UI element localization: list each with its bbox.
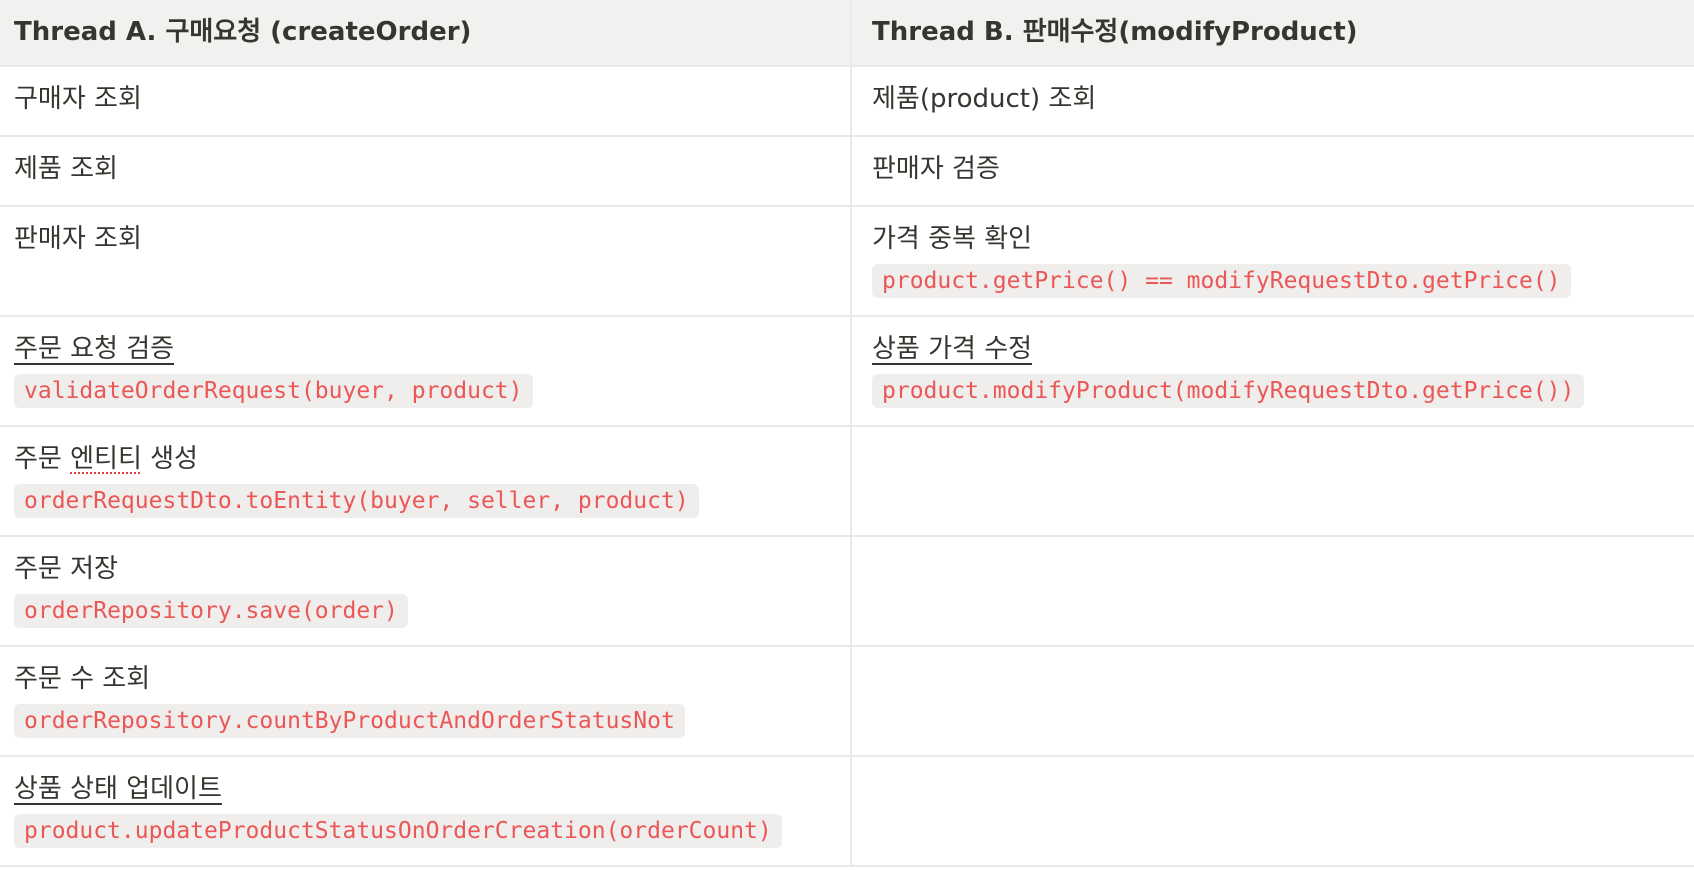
inline-code: orderRepository.countByProductAndOrderSt… — [14, 704, 685, 738]
table-row: 주문 요청 검증 validateOrderRequest(buyer, pro… — [0, 315, 1694, 427]
inline-code: product.modifyProduct(modifyRequestDto.g… — [872, 374, 1585, 408]
thread-a-cell[interactable]: 주문 요청 검증 validateOrderRequest(buyer, pro… — [0, 315, 852, 427]
step-title-suffix: 생성 — [141, 444, 198, 474]
thread-b-cell[interactable]: 가격 중복 확인 product.getPrice() == modifyReq… — [850, 205, 1694, 317]
step-title: 제품(product) 조회 — [872, 84, 1097, 114]
step-title: 주문 엔티티 생성 — [14, 441, 836, 477]
spellcheck-word: 엔티티 — [70, 444, 142, 474]
thread-a-cell[interactable]: 상품 상태 업데이트 product.updateProductStatusOn… — [0, 755, 852, 867]
table-row: 판매자 조회 가격 중복 확인 product.getPrice() == mo… — [0, 205, 1694, 317]
step-title: 주문 요청 검증 — [14, 334, 175, 364]
thread-b-cell[interactable]: 제품(product) 조회 — [850, 65, 1694, 137]
inline-code: orderRepository.save(order) — [14, 594, 408, 628]
thread-a-cell[interactable]: 판매자 조회 — [0, 205, 852, 317]
thread-b-empty-cell[interactable] — [850, 535, 1694, 647]
thread-comparison-table: Thread A. 구매요청 (createOrder) Thread B. 판… — [0, 0, 1694, 867]
table-row: 주문 엔티티 생성 orderRequestDto.toEntity(buyer… — [0, 425, 1694, 537]
thread-b-empty-cell[interactable] — [850, 645, 1694, 757]
inline-code: orderRequestDto.toEntity(buyer, seller, … — [14, 484, 699, 518]
thread-b-cell[interactable]: 상품 가격 수정 product.modifyProduct(modifyReq… — [850, 315, 1694, 427]
step-title: 구매자 조회 — [14, 84, 142, 114]
step-title: 가격 중복 확인 — [872, 224, 1033, 254]
table-row: 제품 조회 판매자 검증 — [0, 135, 1694, 207]
table-row: 구매자 조회 제품(product) 조회 — [0, 65, 1694, 137]
inline-code: product.updateProductStatusOnOrderCreati… — [14, 814, 782, 848]
thread-a-cell[interactable]: 제품 조회 — [0, 135, 852, 207]
inline-code: validateOrderRequest(buyer, product) — [14, 374, 533, 408]
thread-b-cell[interactable]: 판매자 검증 — [850, 135, 1694, 207]
thread-a-cell[interactable]: 주문 엔티티 생성 orderRequestDto.toEntity(buyer… — [0, 425, 852, 537]
step-title: 주문 수 조회 — [14, 664, 151, 694]
step-title: 상품 상태 업데이트 — [14, 774, 222, 804]
step-title: 주문 저장 — [14, 554, 118, 584]
step-title: 판매자 검증 — [872, 154, 1000, 184]
table-header-row: Thread A. 구매요청 (createOrder) Thread B. 판… — [0, 0, 1694, 67]
table-row: 주문 수 조회 orderRepository.countByProductAn… — [0, 645, 1694, 757]
step-title-prefix: 주문 — [14, 444, 71, 474]
thread-a-cell[interactable]: 주문 수 조회 orderRepository.countByProductAn… — [0, 645, 852, 757]
table-row: 주문 저장 orderRepository.save(order) — [0, 535, 1694, 647]
step-title: 상품 가격 수정 — [872, 334, 1033, 364]
inline-code: product.getPrice() == modifyRequestDto.g… — [872, 264, 1571, 298]
header-thread-a: Thread A. 구매요청 (createOrder) — [0, 0, 852, 67]
thread-b-empty-cell[interactable] — [850, 425, 1694, 537]
step-title: 판매자 조회 — [14, 224, 142, 254]
thread-a-cell[interactable]: 구매자 조회 — [0, 65, 852, 137]
thread-a-cell[interactable]: 주문 저장 orderRepository.save(order) — [0, 535, 852, 647]
step-title: 제품 조회 — [14, 154, 118, 184]
table-row: 상품 상태 업데이트 product.updateProductStatusOn… — [0, 755, 1694, 867]
thread-b-empty-cell[interactable] — [850, 755, 1694, 867]
header-thread-b: Thread B. 판매수정(modifyProduct) — [850, 0, 1694, 67]
